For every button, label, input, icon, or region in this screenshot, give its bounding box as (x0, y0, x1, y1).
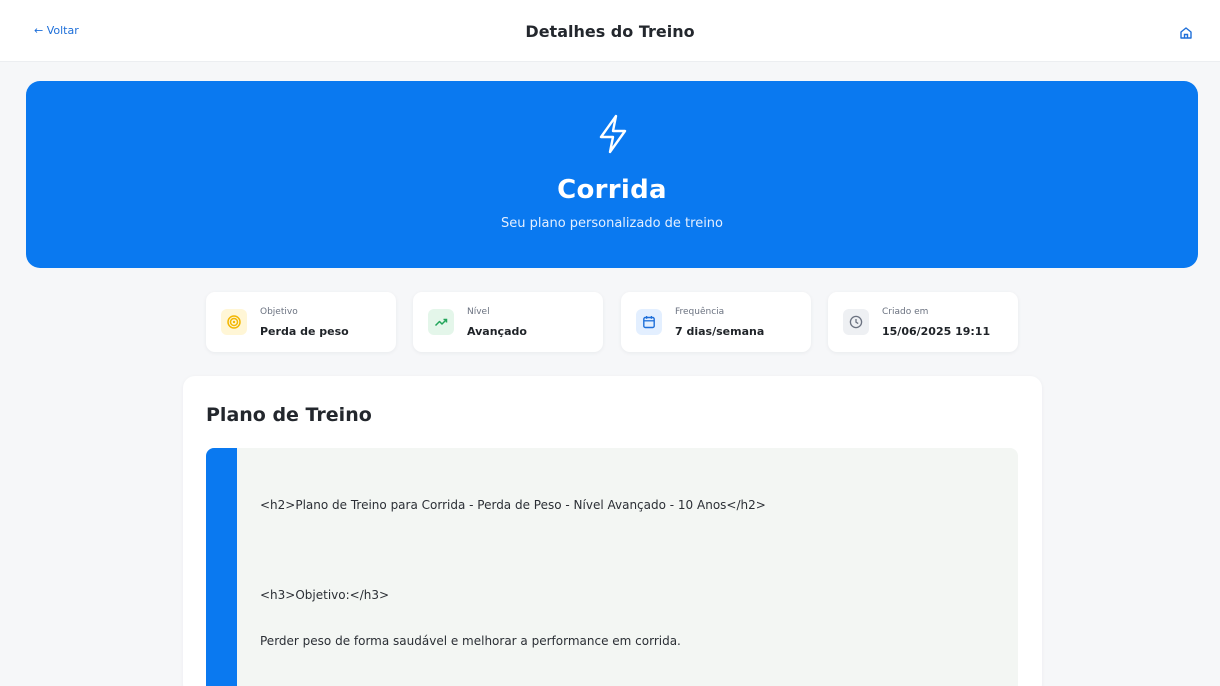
stat-label: Objetivo (260, 307, 298, 317)
hero-subtitle: Seu plano personalizado de treino (501, 216, 723, 231)
stat-value: 15/06/2025 19:11 (882, 325, 991, 338)
stat-card-objective: Objetivo Perda de peso (206, 292, 396, 352)
plan-line: Perder peso de forma saudável e melhorar… (260, 634, 681, 648)
stat-card-frequency: Frequência 7 dias/semana (621, 292, 811, 352)
calendar-icon (636, 309, 662, 335)
home-button[interactable] (1178, 25, 1194, 41)
lightning-icon (599, 114, 627, 154)
clock-icon (843, 309, 869, 335)
stat-card-created: Criado em 15/06/2025 19:11 (828, 292, 1018, 352)
plan-line: <h2>Plano de Treino para Corrida - Perda… (260, 498, 766, 512)
trending-up-icon (428, 309, 454, 335)
plan-card: Plano de Treino <h2>Plano de Treino para… (183, 376, 1042, 686)
stat-value: Perda de peso (260, 325, 349, 338)
plan-line: <h3>Objetivo:</h3> (260, 588, 390, 602)
target-icon (221, 309, 247, 335)
stat-label: Criado em (882, 307, 929, 317)
stat-value: 7 dias/semana (675, 325, 765, 338)
home-icon (1180, 27, 1192, 39)
plan-accent-bar (206, 448, 237, 686)
stat-card-level: Nível Avançado (413, 292, 603, 352)
page-title: Detalhes do Treino (525, 22, 695, 41)
hero-title: Corrida (557, 175, 667, 205)
stat-label: Frequência (675, 307, 725, 317)
hero-banner: Corrida Seu plano personalizado de trein… (26, 81, 1198, 268)
plan-content: <h2>Plano de Treino para Corrida - Perda… (206, 448, 1018, 686)
plan-title: Plano de Treino (206, 404, 372, 426)
stat-label: Nível (467, 307, 490, 317)
top-bar: ← Voltar Detalhes do Treino (0, 0, 1220, 62)
stat-value: Avançado (467, 325, 527, 338)
